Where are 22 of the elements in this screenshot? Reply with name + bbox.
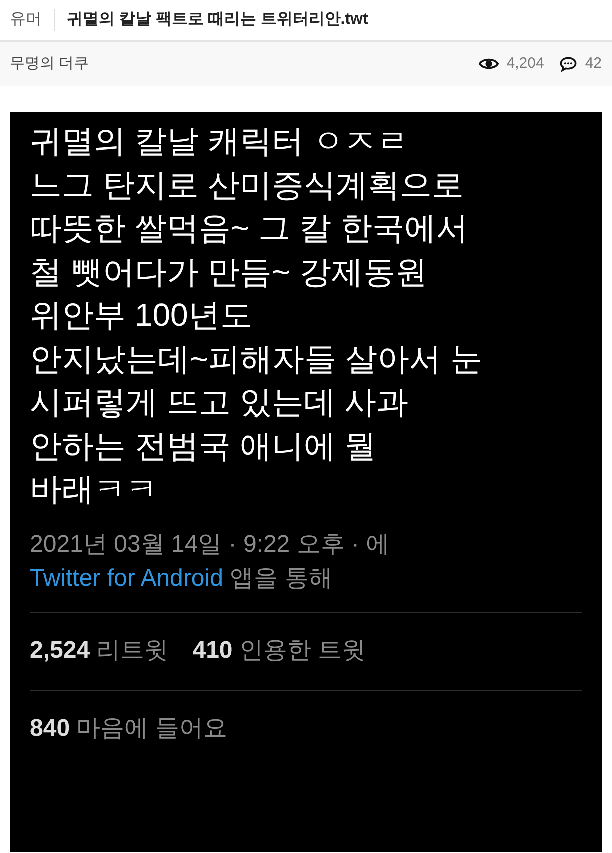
- author-name: 무명의 더쿠: [10, 54, 90, 74]
- tweet-text-line: 안지났는데~피해자들 살아서 눈: [30, 340, 484, 378]
- tweet-timestamp: 2021년 03월 14일 · 9:22 오후 · 에: [30, 530, 392, 560]
- category-link[interactable]: 유머: [10, 9, 55, 31]
- stat-text: 410 인용한 트윗: [192, 636, 366, 666]
- comment-count: 42: [585, 54, 602, 74]
- tweet-text-line: 철 뺏어다가 만듬~ 강제동원: [30, 252, 428, 292]
- tweet-source: Twitter for Android 앱을 통해: [30, 564, 334, 594]
- views-icon: [478, 57, 499, 71]
- comment-icon: [560, 56, 578, 72]
- tweet-text-line: 느그 탄지로 산미증식계획으로: [30, 166, 465, 204]
- tweet-text-line: 귀멸의 칼날 캐릭터 ㅇㅈㄹ: [30, 122, 410, 161]
- tweet-text-line: 따뜻한 쌀먹음~ 그 칼 한국에서: [30, 209, 470, 248]
- view-count: 4,204: [506, 54, 544, 74]
- tweet-text-line: 위안부 100년도: [30, 296, 254, 335]
- likes-text: 840 마음에 들어요: [30, 714, 228, 744]
- tweet-text-line: 시퍼렇게 뜨고 있는데 사과: [30, 383, 410, 422]
- source-link[interactable]: Twitter for Android: [30, 564, 224, 592]
- stat-text: 2,524 리트윗: [30, 636, 169, 666]
- tweet-text-line: 바래ㅋㅋ: [30, 470, 159, 509]
- post-title: 귀멸의 칼날 팩트로 때리는 트위터리안.twt: [66, 10, 368, 30]
- tweet-text-line: 안하는 전범국 애니에 뭘: [30, 426, 378, 466]
